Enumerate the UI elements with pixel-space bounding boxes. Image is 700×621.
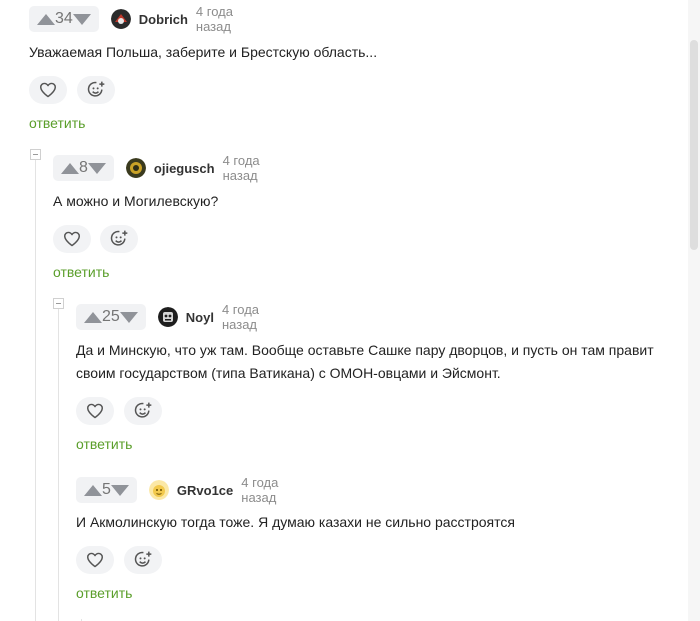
downvote-icon[interactable] — [110, 484, 129, 496]
react-button[interactable] — [124, 546, 162, 574]
thread-line-level-2 — [58, 309, 59, 621]
reply-link[interactable]: ответить — [76, 585, 132, 601]
vote-box: 8 — [53, 155, 114, 181]
avatar[interactable] — [148, 480, 169, 500]
scrollbar-thumb[interactable] — [690, 40, 698, 250]
vote-score: 34 — [55, 10, 73, 27]
comment-text-line: Да и Минскую, что уж там. Вообще оставьт… — [76, 342, 654, 358]
vote-box: 25 — [76, 304, 146, 330]
reply-link[interactable]: ответить — [76, 436, 132, 452]
react-button[interactable] — [124, 397, 162, 425]
smiley-plus-icon — [110, 230, 128, 246]
comment-time[interactable]: 4 года назад — [241, 475, 293, 505]
vote-box: 5 — [76, 477, 137, 503]
upvote-icon[interactable] — [84, 311, 102, 323]
comment-text-line: Уважаемая Польша, заберите и Брестскую о… — [29, 44, 378, 60]
author-name[interactable]: Dobrich — [139, 12, 188, 27]
reply-link[interactable]: ответить — [53, 264, 109, 280]
avatar[interactable] — [110, 9, 131, 29]
comment-text: Уважаемая Польша, заберите и Брестскую о… — [29, 41, 669, 64]
author-name[interactable]: Noyl — [186, 310, 214, 325]
react-button[interactable] — [77, 76, 115, 104]
thread-line-level-1 — [35, 160, 36, 621]
author-name[interactable]: GRvo1ce — [177, 483, 233, 498]
heart-icon — [86, 552, 103, 568]
upvote-icon[interactable] — [84, 484, 102, 496]
vote-box: 34 — [29, 6, 99, 32]
react-button[interactable] — [100, 225, 138, 253]
comment-header: 8 ojiegusch 4 года назад — [53, 153, 275, 183]
downvote-icon[interactable] — [87, 162, 106, 174]
like-button[interactable] — [76, 397, 114, 425]
upvote-icon[interactable] — [37, 13, 55, 25]
comment-header: 5 GRvo1ce 4 года назад — [76, 475, 293, 505]
smiley-plus-icon — [134, 551, 152, 567]
upvote-icon[interactable] — [61, 162, 79, 174]
collapse-toggle-level-1[interactable] — [30, 149, 41, 160]
comment-text: А можно и Могилевскую? — [53, 190, 673, 213]
collapse-toggle-level-2[interactable] — [53, 298, 64, 309]
vote-score: 8 — [79, 159, 88, 176]
comment-header: 25 Noyl 4 года назад — [76, 302, 274, 332]
comment-text-line: А можно и Могилевскую? — [53, 193, 219, 209]
comment-text-line: своим государством (типа Ватикана) с ОМО… — [76, 365, 501, 381]
heart-icon — [86, 403, 103, 419]
comment-text: Да и Минскую, что уж там. Вообще оставьт… — [76, 339, 676, 385]
heart-icon — [40, 82, 56, 98]
heart-icon — [64, 231, 81, 247]
comment-time[interactable]: 4 года назад — [223, 153, 275, 183]
like-button[interactable] — [29, 76, 67, 104]
comment-text: И Акмолинскую тогда тоже. Я думаю казахи… — [76, 511, 676, 534]
like-button[interactable] — [53, 225, 91, 253]
comment-text-line: И Акмолинскую тогда тоже. Я думаю казахи… — [76, 514, 515, 530]
avatar[interactable] — [125, 158, 146, 178]
smiley-plus-icon — [134, 402, 152, 418]
author-name[interactable]: ojiegusch — [154, 161, 215, 176]
reply-link[interactable]: ответить — [29, 115, 85, 131]
comment-time[interactable]: 4 года назад — [196, 4, 248, 34]
like-button[interactable] — [76, 546, 114, 574]
scrollbar-track[interactable] — [688, 0, 700, 621]
vote-score: 5 — [102, 481, 111, 498]
vote-score: 25 — [102, 308, 120, 325]
smiley-plus-icon — [87, 81, 105, 97]
comment-header: 34 Dobrich 4 года назад — [29, 4, 248, 34]
downvote-icon[interactable] — [119, 311, 138, 323]
avatar[interactable] — [157, 307, 178, 327]
downvote-icon[interactable] — [72, 13, 91, 25]
comment-time[interactable]: 4 года назад — [222, 302, 274, 332]
